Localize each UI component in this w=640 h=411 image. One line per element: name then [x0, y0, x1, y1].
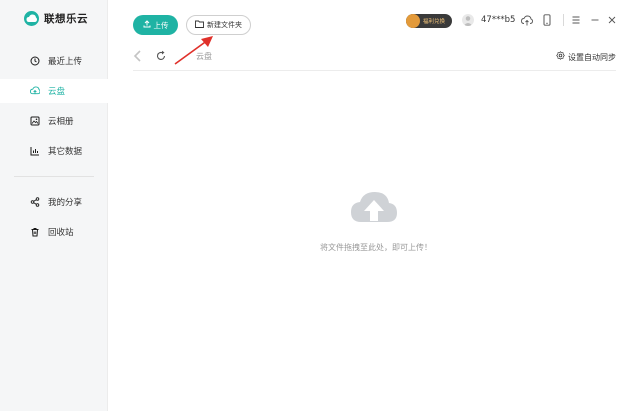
- sidebar: 联想乐云 最近上传 云盘 云相册 其它数据 我的分享 回收站: [0, 0, 108, 411]
- empty-cloud-upload-icon: [351, 192, 397, 222]
- sidebar-item-recycle-bin[interactable]: 回收站: [0, 220, 108, 244]
- annotation-arrow: [174, 36, 213, 65]
- toolbar-divider: [133, 70, 616, 71]
- back-icon[interactable]: [133, 50, 143, 62]
- image-icon: [30, 116, 40, 126]
- empty-state-hint: 将文件拖拽至此处，即可上传！: [320, 243, 432, 252]
- breadcrumb[interactable]: 云盘: [196, 51, 212, 62]
- vip-badge[interactable]: 福利兑换: [406, 14, 452, 28]
- sidebar-item-recent-uploads[interactable]: 最近上传: [0, 49, 108, 73]
- sidebar-item-cloud-drive[interactable]: 云盘: [0, 79, 108, 103]
- clock-icon: [30, 56, 40, 66]
- trash-icon: [30, 227, 40, 237]
- upload-button-label: 上传: [153, 20, 169, 30]
- bar-chart-icon: [30, 146, 40, 156]
- cloud-upload-icon: [30, 86, 40, 96]
- phone-icon[interactable]: [541, 14, 553, 26]
- sidebar-item-label: 我的分享: [48, 198, 83, 208]
- sidebar-item-label: 云相册: [48, 117, 74, 127]
- sidebar-item-cloud-album[interactable]: 云相册: [0, 109, 108, 133]
- folder-icon: [195, 20, 204, 30]
- auto-sync-button[interactable]: 设置自动同步: [556, 51, 616, 63]
- header-divider: [563, 14, 564, 26]
- auto-sync-label: 设置自动同步: [568, 52, 616, 62]
- cloud-logo-icon: [24, 11, 39, 26]
- share-icon: [30, 197, 40, 207]
- sidebar-item-my-shares[interactable]: 我的分享: [0, 190, 108, 214]
- menu-icon[interactable]: [570, 14, 582, 26]
- close-icon[interactable]: [606, 14, 618, 26]
- sidebar-item-other-data[interactable]: 其它数据: [0, 139, 108, 163]
- app-name: 联想乐云: [44, 13, 88, 25]
- vip-badge-label: 福利兑换: [423, 19, 446, 25]
- refresh-icon[interactable]: [155, 50, 167, 62]
- gift-icon: [406, 14, 420, 28]
- upload-button[interactable]: 上传: [133, 15, 178, 35]
- cloud-transfer-icon[interactable]: [521, 14, 533, 26]
- new-folder-button-label: 新建文件夹: [207, 21, 242, 29]
- app-logo: 联想乐云: [24, 11, 88, 26]
- new-folder-button[interactable]: 新建文件夹: [186, 15, 251, 35]
- sidebar-item-label: 其它数据: [48, 147, 83, 157]
- upload-icon: [143, 20, 151, 30]
- gear-icon: [556, 51, 565, 63]
- username[interactable]: 47***b5: [481, 15, 515, 25]
- sidebar-item-label: 最近上传: [48, 57, 83, 67]
- sidebar-item-label: 云盘: [48, 87, 66, 97]
- sidebar-divider: [14, 176, 94, 177]
- minimize-icon[interactable]: [589, 14, 601, 26]
- sidebar-item-label: 回收站: [48, 228, 74, 238]
- avatar[interactable]: [462, 14, 474, 26]
